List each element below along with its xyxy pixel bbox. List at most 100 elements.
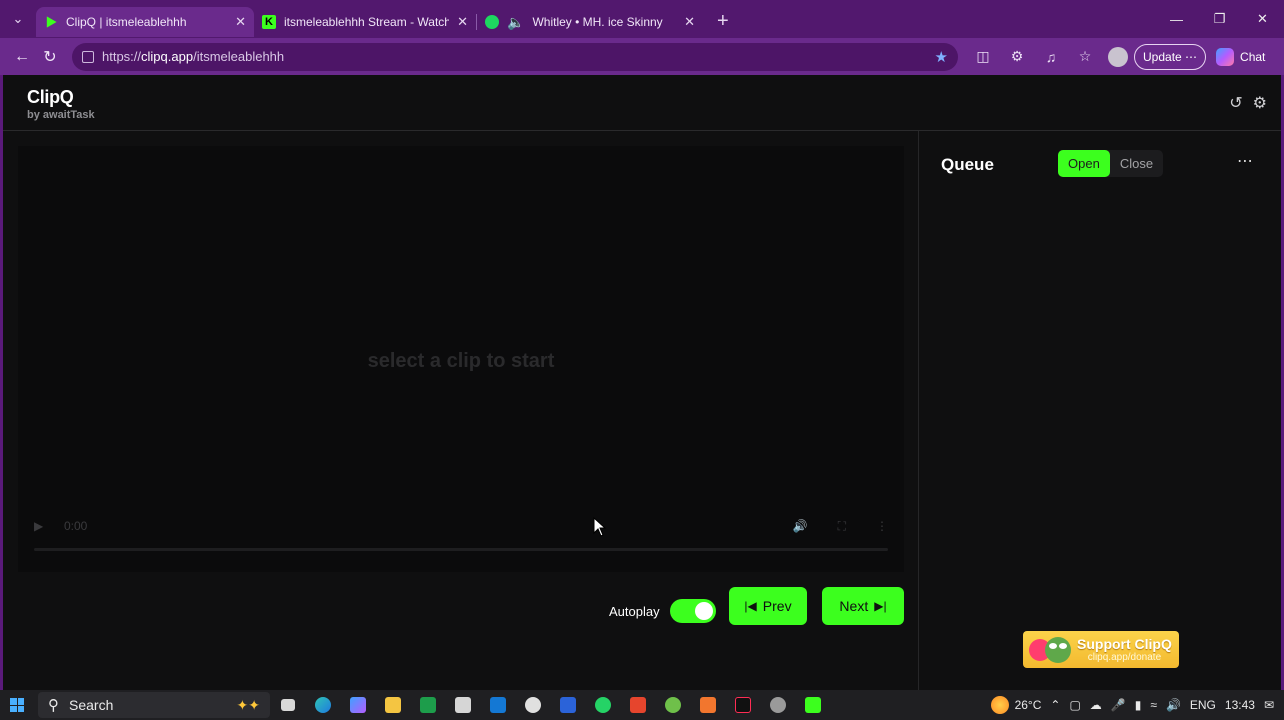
start-button[interactable] (0, 698, 34, 712)
app-owl-icon[interactable] (655, 697, 690, 713)
tab-spotify[interactable]: 🔈 Whitley • MH. ice Skinny ✕ (477, 7, 703, 37)
copilot-app-icon[interactable] (340, 697, 375, 713)
temperature: 26°C (1014, 698, 1042, 712)
queue-title: Queue (941, 155, 994, 174)
queue-close-button[interactable]: Close (1110, 150, 1163, 177)
microphone-icon[interactable]: 🎤 (1111, 698, 1126, 712)
app-green-icon[interactable] (795, 697, 830, 713)
queue-open-close-toggle: Open Close (1058, 150, 1164, 177)
taskbar-search[interactable]: ⚲ Search ✦✦ (38, 692, 270, 718)
calculator-icon[interactable] (445, 697, 480, 713)
system-tray: 26°C ⌃ ▢ ☁ 🎤 ▮ ≈ 🔊 ENG 13:43 ✉ (990, 696, 1284, 714)
tab-clipq[interactable]: ClipQ | itsmeleablehhh ✕ (36, 7, 254, 37)
skip-next-icon: ▶| (874, 599, 887, 613)
clock-time[interactable]: 13:43 (1225, 698, 1255, 712)
weather-sun-icon (990, 696, 1009, 714)
prev-button[interactable]: |◀ Prev (729, 587, 807, 625)
favorite-star-icon[interactable]: ★ (935, 48, 948, 66)
refresh-icon[interactable]: ↻ (36, 43, 64, 71)
battery-icon[interactable]: ▮ (1135, 698, 1142, 712)
back-arrow-icon[interactable]: ← (8, 43, 36, 71)
queue-panel: Queue Open Close ⋯ Support ClipQ clipq.a… (919, 131, 1281, 690)
notifications-icon[interactable]: ✉ (1264, 698, 1274, 712)
tab-close-icon[interactable]: ✕ (227, 14, 246, 30)
settings-sliders-icon[interactable]: ⚙ (1253, 93, 1267, 113)
extensions-puzzle-icon[interactable]: ⚙ (1000, 48, 1034, 65)
update-button[interactable]: Update ⋯ (1134, 43, 1207, 70)
next-label: Next (839, 598, 869, 614)
empty-player-message: select a clip to start (367, 350, 555, 372)
fullscreen-icon[interactable]: ⛶ (838, 519, 846, 534)
queue-open-button[interactable]: Open (1058, 150, 1110, 177)
autoplay-label: Autoplay (609, 603, 660, 619)
profile-avatar[interactable] (1108, 46, 1128, 67)
player-controls: ▶ 0:00 🔊 ⛶ ⋮ (34, 518, 888, 534)
tab-kick-stream[interactable]: K itsmeleablehhh Stream - Watch Li… ✕ (254, 7, 476, 37)
kick-favicon-icon: K (262, 15, 276, 29)
settings-gear-icon[interactable] (760, 697, 795, 713)
app-header: ClipQ by awaitTask ↺ ⚙ (3, 75, 1281, 131)
window-controls: — ❐ ✕ (1155, 0, 1284, 38)
new-tab-plus-icon[interactable]: + (717, 10, 729, 33)
site-info-icon[interactable] (82, 50, 94, 63)
play-icon[interactable]: ▶ (34, 519, 44, 533)
tab-list-chevron-icon[interactable]: ⌄ (0, 0, 36, 38)
tray-app-icon[interactable]: ▢ (1069, 698, 1080, 712)
copilot-icon (1216, 47, 1235, 66)
volume-icon[interactable]: 🔊 (793, 519, 808, 534)
autoplay-control: Autoplay (609, 599, 716, 623)
tab-title: Whitley • MH. ice Skinny (532, 15, 663, 29)
file-explorer-icon[interactable] (375, 697, 410, 713)
brand: ClipQ by awaitTask (27, 87, 95, 121)
copilot-chat-button[interactable]: Chat (1216, 47, 1266, 66)
favorites-icon[interactable]: ☆ (1068, 48, 1102, 65)
copilot-sparkle-icon: ✦✦ (236, 696, 260, 713)
media-control-icon[interactable]: ♫ (1034, 49, 1068, 65)
address-bar[interactable]: https://clipq.app/itsmeleablehhh ★ (72, 42, 958, 71)
app-red-icon[interactable] (620, 697, 655, 713)
windows-taskbar: ⚲ Search ✦✦ 26°C ⌃ ▢ ☁ 🎤 ▮ ≈ 🔊 ENG 13:43… (0, 690, 1284, 720)
support-title: Support ClipQ (1077, 636, 1172, 652)
onedrive-cloud-icon[interactable]: ☁ (1090, 698, 1102, 712)
queue-more-icon[interactable]: ⋯ (1237, 151, 1253, 171)
next-button[interactable]: Next ▶| (822, 587, 904, 625)
skip-previous-icon: |◀ (744, 599, 757, 613)
app-orange-icon[interactable] (690, 697, 725, 713)
wifi-icon[interactable]: ≈ (1150, 698, 1157, 712)
more-options-icon[interactable]: ⋮ (876, 519, 888, 534)
tray-chevron-up-icon[interactable]: ⌃ (1050, 698, 1060, 712)
app-icon[interactable] (515, 697, 550, 713)
brand-name: ClipQ (27, 87, 74, 107)
whatsapp-icon[interactable] (585, 697, 620, 713)
weather-widget[interactable]: 26°C (990, 696, 1042, 714)
task-view-icon[interactable] (270, 699, 305, 711)
edge-icon[interactable] (305, 697, 340, 713)
speaker-icon[interactable]: 🔈 (507, 14, 524, 31)
history-icon[interactable]: ↺ (1229, 93, 1242, 113)
support-clipq-button[interactable]: Support ClipQ clipq.app/donate (1023, 631, 1179, 668)
close-window-icon[interactable]: ✕ (1241, 0, 1284, 38)
restore-icon[interactable]: ❐ (1198, 0, 1241, 38)
tab-close-icon[interactable]: ✕ (676, 14, 695, 30)
seek-bar[interactable] (34, 548, 888, 551)
tiktok-icon[interactable] (725, 697, 760, 713)
browser-tab-strip: ⌄ ClipQ | itsmeleablehhh ✕ K itsmeleable… (0, 0, 1284, 38)
video-player[interactable]: select a clip to start ▶ 0:00 🔊 ⛶ ⋮ (18, 146, 904, 572)
outlook-icon[interactable] (480, 697, 515, 713)
autoplay-toggle[interactable] (669, 599, 716, 623)
search-icon: ⚲ (48, 697, 59, 714)
word-icon[interactable] (550, 697, 585, 713)
windows-logo-icon (10, 698, 24, 712)
url-text: https://clipq.app/itsmeleablehhh (102, 49, 285, 64)
spotify-favicon-icon (485, 15, 499, 29)
tab-close-icon[interactable]: ✕ (449, 14, 468, 30)
playback-controls: Autoplay |◀ Prev Next ▶| (3, 587, 921, 637)
reading-mode-icon[interactable]: ◫ (966, 48, 1000, 65)
excel-icon[interactable] (410, 697, 445, 713)
minimize-icon[interactable]: — (1155, 0, 1198, 38)
chat-label: Chat (1240, 49, 1266, 64)
language-indicator[interactable]: ENG (1190, 698, 1216, 712)
volume-tray-icon[interactable]: 🔊 (1166, 698, 1181, 712)
clipq-favicon-icon (46, 16, 57, 28)
search-label: Search (69, 697, 114, 713)
